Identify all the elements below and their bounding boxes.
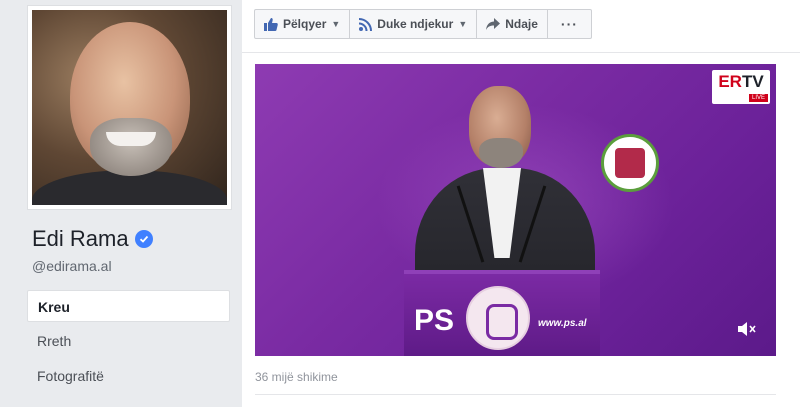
- follow-button[interactable]: Duke ndjekur ▼: [350, 9, 478, 39]
- live-badge: LIVE: [748, 94, 768, 102]
- page-nav: Kreu Rreth Fotografitë: [27, 290, 230, 395]
- chevron-down-icon: ▼: [458, 19, 468, 29]
- podium: PS www.ps.al: [404, 270, 600, 356]
- action-bar: Pëlqyer ▼ Duke ndjekur ▼ Ndaje ···: [254, 9, 592, 39]
- rss-follow-icon: [359, 17, 373, 31]
- main-column: Pëlqyer ▼ Duke ndjekur ▼ Ndaje ··· ERTV …: [242, 0, 800, 407]
- share-arrow-icon: [486, 18, 501, 30]
- nav-item-about[interactable]: Rreth: [27, 325, 230, 357]
- like-label: Pëlqyer: [283, 17, 327, 31]
- party-emblem-icon: [601, 134, 659, 192]
- channel-logo: ERTV LIVE: [712, 70, 770, 104]
- profile-picture[interactable]: [27, 5, 232, 210]
- rose-logo-icon: [466, 286, 530, 350]
- verified-badge-icon: [134, 230, 153, 248]
- page-name[interactable]: Edi Rama: [32, 226, 129, 252]
- view-count: 36 mijë shikime: [255, 370, 338, 384]
- follow-label: Duke ndjekur: [377, 17, 454, 31]
- nav-item-home[interactable]: Kreu: [27, 290, 230, 322]
- like-button[interactable]: Pëlqyer ▼: [254, 9, 351, 39]
- avatar: [32, 10, 227, 205]
- share-button[interactable]: Ndaje: [477, 9, 548, 39]
- podium-url: www.ps.al: [538, 318, 587, 329]
- more-options-button[interactable]: ···: [547, 9, 592, 39]
- more-icon: ···: [560, 16, 578, 32]
- page-name-row: Edi Rama: [32, 226, 153, 252]
- left-column: Edi Rama @edirama.al Kreu Rreth Fotograf…: [0, 0, 242, 407]
- video-player[interactable]: ERTV LIVE PS www.ps.al: [255, 64, 776, 356]
- mute-icon[interactable]: [738, 321, 758, 342]
- nav-item-photos[interactable]: Fotografitë: [27, 360, 230, 392]
- thumbs-up-icon: [264, 17, 278, 31]
- chevron-down-icon: ▼: [331, 19, 341, 29]
- divider: [242, 52, 800, 53]
- share-label: Ndaje: [505, 17, 538, 31]
- podium-logo-text: PS: [414, 304, 455, 337]
- divider: [255, 394, 776, 395]
- page-handle[interactable]: @edirama.al: [32, 258, 112, 274]
